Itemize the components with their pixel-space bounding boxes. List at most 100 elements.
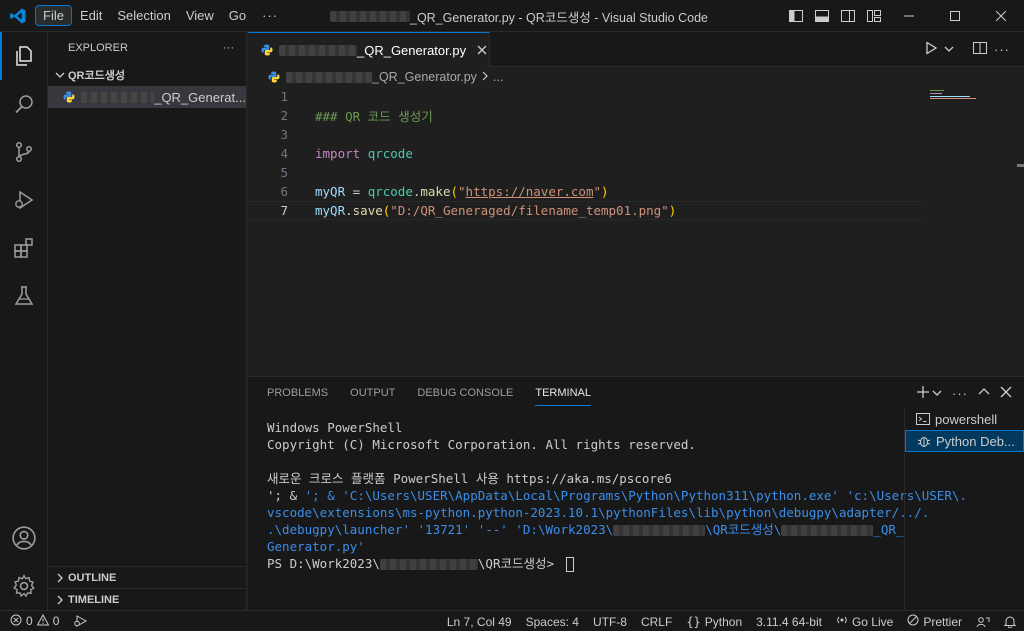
toggle-panel-icon[interactable] <box>812 6 832 26</box>
python-interpreter[interactable]: 3.11.4 64-bit <box>756 615 822 629</box>
tab-output[interactable]: OUTPUT <box>350 377 395 409</box>
prettier-status[interactable]: Prettier <box>907 614 962 629</box>
status-right: Ln 7, Col 49 Spaces: 4 UTF-8 CRLF {} Pyt… <box>447 611 1016 631</box>
code-line: 1 <box>248 87 928 106</box>
window-title: _QR_Generator.py - QR코드생성 - Visual Studi… <box>330 0 708 32</box>
breadcrumb-chevron-icon <box>481 70 489 84</box>
timeline-section-header[interactable]: TIMELINE <box>48 588 247 610</box>
code-save: myQR.save("D:/QR_Generaged/filename_temp… <box>315 203 677 218</box>
braces-icon: {} <box>686 614 701 629</box>
line-number: 5 <box>280 165 288 180</box>
panel-more-icon[interactable]: ··· <box>952 386 968 401</box>
python-file-icon <box>62 89 77 105</box>
toggle-primary-sidebar-icon[interactable] <box>786 6 806 26</box>
close-panel-icon[interactable] <box>1000 386 1012 401</box>
breadcrumb-file[interactable]: _QR_Generator.py <box>372 70 477 84</box>
menu-more-icon[interactable]: ··· <box>254 8 286 23</box>
split-editor-icon[interactable] <box>972 40 988 59</box>
bottom-panel: PROBLEMS OUTPUT DEBUG CONSOLE TERMINAL ·… <box>248 376 1024 611</box>
explorer-icon[interactable] <box>0 32 48 80</box>
breadcrumb-more[interactable]: ... <box>493 70 503 84</box>
explorer-title: EXPLORER <box>68 42 128 54</box>
menu-file[interactable]: File <box>35 5 72 26</box>
editor-more-icon[interactable]: ··· <box>994 42 1010 57</box>
run-python-file-icon[interactable] <box>924 41 938 58</box>
chevron-down-icon <box>52 67 68 83</box>
close-window-icon[interactable] <box>978 0 1024 32</box>
cursor-position[interactable]: Ln 7, Col 49 <box>447 615 512 629</box>
warning-icon <box>36 613 50 629</box>
go-live-button[interactable]: Go Live <box>836 614 893 629</box>
menu-edit[interactable]: Edit <box>73 6 109 25</box>
prettier-label: Prettier <box>923 614 962 629</box>
terminal-line: vscode\extensions\ms-python.python-2023.… <box>267 505 930 520</box>
settings-gear-icon[interactable] <box>0 562 48 610</box>
error-icon <box>10 614 22 629</box>
debug-status-icon[interactable] <box>73 615 88 627</box>
maximize-icon[interactable] <box>932 0 978 32</box>
code-line: 3 <box>248 125 928 144</box>
search-icon[interactable] <box>0 80 48 128</box>
terminal-dropdown-chevron-icon[interactable] <box>932 386 942 401</box>
indentation[interactable]: Spaces: 4 <box>526 615 579 629</box>
menu-selection[interactable]: Selection <box>110 6 177 25</box>
code-line: 4 import qrcode <box>248 144 928 163</box>
code-editor[interactable]: 1 2 ### QR 코드 생성기 3 4 import qrcode 5 6 … <box>248 87 1024 376</box>
panel-tabs: PROBLEMS OUTPUT DEBUG CONSOLE TERMINAL <box>248 377 613 409</box>
line-number: 4 <box>280 146 288 161</box>
status-left: 0 0 <box>0 613 88 629</box>
chevron-right-icon <box>52 592 68 608</box>
vscode-logo-icon[interactable] <box>0 0 35 32</box>
feedback-icon[interactable] <box>976 616 990 628</box>
code-line: 6 myQR = qrcode.make("https://naver.com"… <box>248 182 928 201</box>
source-control-icon[interactable] <box>0 128 48 176</box>
window-title-text: _QR_Generator.py - QR코드생성 - Visual Studi… <box>410 10 708 25</box>
language-mode[interactable]: {} Python <box>686 615 742 629</box>
file-item-qr-generator[interactable]: _QR_Generat... <box>48 86 246 108</box>
outline-section-header[interactable]: OUTLINE <box>48 566 247 588</box>
code-make: myQR = qrcode.make("https://naver.com") <box>315 184 609 199</box>
code-line: 5 <box>248 163 928 182</box>
run-debug-icon[interactable] <box>0 176 48 224</box>
title-bar: File Edit Selection View Go ··· _QR_Gene… <box>0 0 1024 32</box>
extensions-icon[interactable] <box>0 224 48 272</box>
terminal-output[interactable]: Windows PowerShell Copyright (C) Microso… <box>267 419 967 572</box>
minimap[interactable] <box>926 88 986 108</box>
explorer-more-icon[interactable]: ··· <box>223 42 234 54</box>
end-of-line[interactable]: CRLF <box>641 615 672 629</box>
terminal-item-powershell[interactable]: powershell <box>905 408 1024 430</box>
terminal-item-python-debug[interactable]: Python Deb... <box>905 430 1024 452</box>
toggle-secondary-sidebar-icon[interactable] <box>838 6 858 26</box>
tab-debug-console[interactable]: DEBUG CONSOLE <box>417 377 513 409</box>
new-terminal-plus-icon[interactable] <box>916 385 930 402</box>
notifications-bell-icon[interactable] <box>1004 615 1016 628</box>
menu-go[interactable]: Go <box>222 6 253 25</box>
prettier-no-icon <box>907 614 919 629</box>
problems-status[interactable]: 0 0 <box>10 613 59 629</box>
tab-problems[interactable]: PROBLEMS <box>267 377 328 409</box>
encoding[interactable]: UTF-8 <box>593 615 627 629</box>
terminal-item-label: powershell <box>935 411 998 427</box>
redacted-text <box>379 559 478 570</box>
line-number: 6 <box>280 184 288 199</box>
timeline-label: TIMELINE <box>68 593 120 606</box>
line-number: 1 <box>280 89 288 104</box>
testing-icon[interactable] <box>0 272 48 320</box>
explorer-sidebar: EXPLORER ··· QR코드생성 _QR_Generat... OUTLI… <box>48 32 247 610</box>
tab-terminal[interactable]: TERMINAL <box>535 377 591 409</box>
maximize-panel-chevron-up-icon[interactable] <box>978 386 990 401</box>
accounts-icon[interactable] <box>0 514 48 562</box>
customize-layout-icon[interactable] <box>864 6 884 26</box>
breadcrumb: _QR_Generator.py ... <box>248 67 1024 87</box>
menu-view[interactable]: View <box>179 6 221 25</box>
terminal-icon <box>915 411 931 427</box>
tab-qr-generator[interactable]: _QR_Generator.py <box>248 32 490 67</box>
run-dropdown-chevron-icon[interactable] <box>944 42 954 57</box>
folder-section-header[interactable]: QR코드생성 <box>48 64 246 86</box>
redacted-text <box>330 10 410 22</box>
minimize-icon[interactable] <box>886 0 932 32</box>
explorer-header: EXPLORER ··· <box>48 32 246 64</box>
terminal-line: '; & '; & 'C:\Users\USER\AppData\Local\P… <box>267 488 967 503</box>
close-tab-icon[interactable] <box>474 42 489 58</box>
